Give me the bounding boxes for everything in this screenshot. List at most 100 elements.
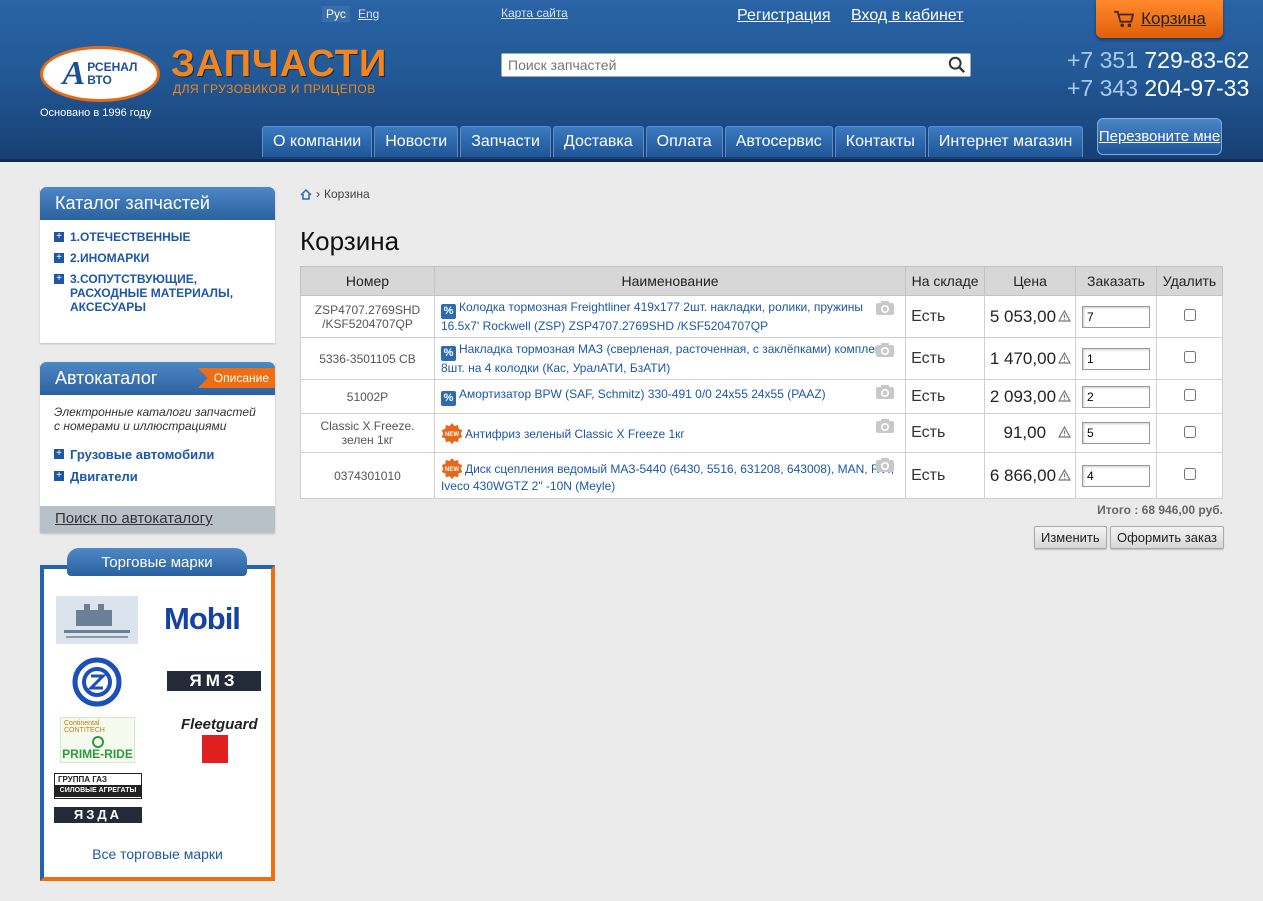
callback-button[interactable]: Перезвоните мне (1097, 118, 1222, 155)
table-header-row: Номер Наименование На складе Цена Заказа… (300, 266, 1223, 296)
delete-checkbox[interactable] (1183, 389, 1196, 401)
plus-icon[interactable]: + (54, 471, 64, 481)
row-qty-cell (1075, 295, 1157, 338)
update-button[interactable]: Изменить (1034, 526, 1107, 549)
cart-label: Корзина (1141, 9, 1206, 28)
nav-service[interactable]: Автосервис (724, 126, 833, 157)
quantity-input[interactable] (1082, 422, 1151, 444)
nav-about[interactable]: О компании (262, 126, 373, 157)
row-stock: Есть (905, 413, 986, 453)
delete-checkbox[interactable] (1183, 351, 1196, 363)
autocatalog-search-link[interactable]: Поиск по автокаталогу (40, 506, 275, 533)
delete-checkbox[interactable] (1183, 425, 1196, 438)
row-price-cell: 1 470,00 (984, 337, 1077, 380)
plus-icon[interactable]: + (54, 449, 64, 459)
nav-parts[interactable]: Запчасти (460, 126, 551, 157)
row-price: 91,00 (1003, 423, 1047, 442)
svg-text:NEW: NEW (445, 467, 459, 473)
logo-letter: А (62, 55, 86, 92)
phone-1: +7 351 729-83-62 (1067, 47, 1250, 73)
nav-delivery[interactable]: Доставка (552, 126, 644, 157)
all-brands-link[interactable]: Все торговые марки (44, 846, 271, 862)
plus-icon[interactable]: + (54, 253, 64, 263)
nav-contacts[interactable]: Контакты (834, 126, 926, 157)
row-price: 2 093,00 (989, 386, 1057, 406)
search-input[interactable] (502, 54, 932, 76)
nav-news[interactable]: Новости (374, 126, 459, 157)
camera-icon[interactable] (875, 384, 895, 400)
brand-logo-plant[interactable] (56, 596, 138, 644)
row-name-cell: % Колодка тормозная Freightliner 419х177 … (433, 295, 907, 338)
home-icon[interactable] (300, 188, 312, 200)
sitemap-link[interactable]: Карта сайта (501, 6, 568, 20)
search-icon[interactable] (948, 56, 966, 74)
row-delete-cell (1156, 452, 1223, 499)
table-row: Classic X Freeze. зелен 1кг NEW Антифриз … (300, 413, 1223, 453)
product-link[interactable]: Диск сцепления ведомый МАЗ-5440 (6430, 5… (441, 462, 894, 493)
brand-logo-fleetguard[interactable]: Fleetguard (181, 717, 258, 765)
row-qty-cell (1075, 413, 1157, 453)
table-row: 0374301010 NEW Диск сцепления ведомый МАЗ… (300, 452, 1223, 499)
discount-icon: % (440, 303, 456, 319)
quantity-input[interactable] (1082, 385, 1151, 408)
camera-icon[interactable] (875, 418, 895, 434)
search-box (501, 53, 971, 77)
col-name: Наименование (433, 266, 907, 296)
lang-ru[interactable]: Рус (322, 6, 350, 22)
camera-icon[interactable] (875, 342, 895, 358)
plus-icon[interactable]: + (54, 232, 64, 242)
list-item: + Грузовые автомобили (54, 447, 261, 462)
warning-icon[interactable] (1058, 426, 1072, 438)
delete-checkbox[interactable] (1183, 468, 1196, 480)
catalog-item-foreign[interactable]: 2.ИНОМАРКИ (70, 251, 149, 265)
camera-icon[interactable] (875, 457, 895, 473)
brand-logo-gaz[interactable]: ГРУППА ГАЗ СИЛОВЫЕ АГРЕГАТЫ (54, 773, 142, 799)
product-link[interactable]: Колодка тормозная Freightliner 419х177 2… (441, 300, 863, 333)
warning-icon[interactable] (1058, 351, 1072, 364)
product-link[interactable]: Амортизатор BPW (SAF, Schmitz) 330-491 0… (459, 387, 826, 401)
quantity-input[interactable] (1082, 464, 1151, 487)
lang-en[interactable]: Eng (354, 6, 383, 22)
quantity-input[interactable] (1082, 305, 1151, 328)
row-name-cell: % Накладка тормозная МАЗ (сверленая, раст… (433, 337, 907, 380)
nav-shop[interactable]: Интернет магазин (927, 126, 1084, 157)
cart-icon (1114, 10, 1135, 28)
new-badge-icon: NEW (441, 423, 463, 444)
autocatalog-engines[interactable]: Двигатели (70, 469, 138, 484)
row-number: 5336-3501105 СВ (300, 337, 435, 380)
row-qty-cell (1075, 452, 1157, 499)
nav-payment[interactable]: Оплата (645, 126, 723, 157)
logo[interactable]: А РСЕНАЛ ВТО (40, 46, 160, 102)
brand-logo-prime-ride-label: PRIME-RIDE (62, 747, 133, 761)
brand-logo-gaz-sub: СИЛОВЫЕ АГРЕГАТЫ (55, 785, 141, 797)
autocatalog-trucks[interactable]: Грузовые автомобили (70, 447, 214, 462)
warning-icon[interactable] (1058, 309, 1072, 322)
warning-icon[interactable] (1058, 468, 1072, 481)
product-link[interactable]: Накладка тормозная МАЗ (сверленая, расто… (441, 342, 886, 375)
row-qty-cell (1075, 379, 1157, 414)
plus-icon[interactable]: + (54, 274, 64, 284)
breadcrumb: › Корзина (300, 187, 370, 201)
camera-icon[interactable] (875, 300, 895, 316)
catalog-item-accessories[interactable]: 3.СОПУТСТВУЮЩИЕ, РАСХОДНЫЕ МАТЕРИАЛЫ, АК… (70, 272, 261, 314)
founded-text: Основано в 1996 году (40, 107, 152, 119)
product-link[interactable]: Антифриз зеленый Classic X Freeze 1кг (465, 427, 685, 441)
warning-icon[interactable] (1058, 389, 1072, 402)
brand-logo-prime-ride[interactable]: Continental CONTITECH PRIME-RIDE (60, 717, 135, 763)
cart-button[interactable]: Корзина (1096, 0, 1223, 38)
brand-logo-mobil[interactable]: Mobil (164, 601, 260, 637)
col-stock: На складе (905, 266, 986, 296)
quantity-input[interactable] (1082, 347, 1151, 370)
breadcrumb-current: Корзина (324, 187, 370, 201)
brand-logo-ymz[interactable]: ЯМЗ (167, 671, 261, 691)
brand-logo-yazda[interactable]: ЯЗДА (54, 807, 142, 823)
row-number: Classic X Freeze. зелен 1кг (300, 413, 435, 453)
login-link[interactable]: Вход в кабинет (851, 7, 963, 25)
checkout-button[interactable]: Оформить заказ (1110, 526, 1225, 549)
brand-logo-cz[interactable] (72, 657, 122, 707)
register-link[interactable]: Регистрация (737, 7, 831, 25)
row-stock: Есть (905, 379, 986, 414)
delete-checkbox[interactable] (1183, 309, 1196, 321)
catalog-item-domestic[interactable]: 1.ОТЕЧЕСТВЕННЫЕ (70, 230, 191, 244)
description-badge[interactable]: Описание (197, 368, 275, 388)
